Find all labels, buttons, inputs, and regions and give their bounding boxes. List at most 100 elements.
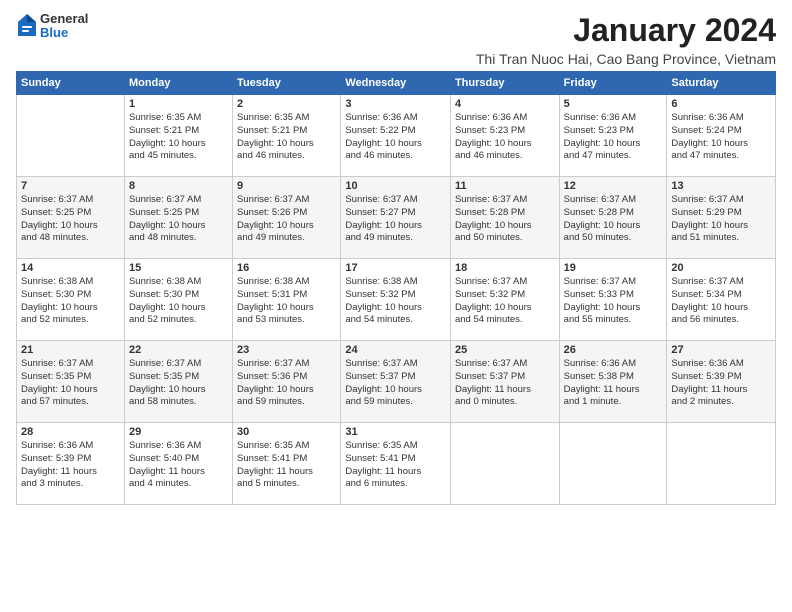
- cell-text: Sunrise: 6:37 AMSunset: 5:32 PMDaylight:…: [455, 276, 555, 327]
- day-number: 19: [564, 262, 663, 274]
- day-number: 13: [671, 180, 771, 192]
- day-number: 28: [21, 426, 120, 438]
- calendar-cell: [559, 423, 667, 505]
- subtitle: Thi Tran Nuoc Hai, Cao Bang Province, Vi…: [476, 51, 776, 67]
- calendar-cell: 8 Sunrise: 6:37 AMSunset: 5:25 PMDaylight…: [124, 177, 232, 259]
- header-thursday: Thursday: [450, 72, 559, 95]
- day-number: 4: [455, 98, 555, 110]
- calendar-cell: 23 Sunrise: 6:37 AMSunset: 5:36 PMDayligh…: [233, 341, 341, 423]
- calendar-cell: 7 Sunrise: 6:37 AMSunset: 5:25 PMDaylight…: [17, 177, 125, 259]
- day-number: 2: [237, 98, 336, 110]
- header-tuesday: Tuesday: [233, 72, 341, 95]
- calendar-cell: 28 Sunrise: 6:36 AMSunset: 5:39 PMDayligh…: [17, 423, 125, 505]
- cell-text: Sunrise: 6:36 AMSunset: 5:39 PMDaylight:…: [21, 440, 120, 491]
- cell-text: Sunrise: 6:36 AMSunset: 5:23 PMDaylight:…: [455, 112, 555, 163]
- calendar-cell: 5 Sunrise: 6:36 AMSunset: 5:23 PMDaylight…: [559, 95, 667, 177]
- calendar-cell: 31Sunrise: 6:35 AMSunset: 5:41 PMDayligh…: [341, 423, 451, 505]
- calendar-cell: 10 Sunrise: 6:37 AMSunset: 5:27 PMDayligh…: [341, 177, 451, 259]
- cell-text: Sunrise: 6:37 AMSunset: 5:28 PMDaylight:…: [564, 194, 663, 245]
- calendar-cell: 17Sunrise: 6:38 AMSunset: 5:32 PMDayligh…: [341, 259, 451, 341]
- cell-text: Sunrise: 6:37 AMSunset: 5:27 PMDaylight:…: [345, 194, 446, 245]
- day-number: 22: [129, 344, 228, 356]
- main-title: January 2024: [476, 12, 776, 49]
- header-sunday: Sunday: [17, 72, 125, 95]
- cell-text: Sunrise: 6:37 AMSunset: 5:28 PMDaylight:…: [455, 194, 555, 245]
- header-saturday: Saturday: [667, 72, 776, 95]
- day-number: 16: [237, 262, 336, 274]
- cell-text: Sunrise: 6:37 AMSunset: 5:36 PMDaylight:…: [237, 358, 336, 409]
- day-number: 7: [21, 180, 120, 192]
- header-friday: Friday: [559, 72, 667, 95]
- cell-text: Sunrise: 6:37 AMSunset: 5:33 PMDaylight:…: [564, 276, 663, 327]
- day-number: 30: [237, 426, 336, 438]
- day-number: 20: [671, 262, 771, 274]
- cell-text: Sunrise: 6:35 AMSunset: 5:21 PMDaylight:…: [237, 112, 336, 163]
- cell-text: Sunrise: 6:38 AMSunset: 5:30 PMDaylight:…: [21, 276, 120, 327]
- logo-blue-text: Blue: [40, 26, 88, 40]
- day-number: 29: [129, 426, 228, 438]
- calendar-cell: 29 Sunrise: 6:36 AMSunset: 5:40 PMDayligh…: [124, 423, 232, 505]
- day-number: 3: [345, 98, 446, 110]
- header-wednesday: Wednesday: [341, 72, 451, 95]
- day-number: 21: [21, 344, 120, 356]
- logo-text: General Blue: [40, 12, 88, 41]
- header-monday: Monday: [124, 72, 232, 95]
- cell-text: Sunrise: 6:38 AMSunset: 5:31 PMDaylight:…: [237, 276, 336, 327]
- day-number: 6: [671, 98, 771, 110]
- day-number: 24: [345, 344, 446, 356]
- cell-text: Sunrise: 6:37 AMSunset: 5:25 PMDaylight:…: [21, 194, 120, 245]
- title-section: January 2024 Thi Tran Nuoc Hai, Cao Bang…: [476, 12, 776, 67]
- cell-text: Sunrise: 6:37 AMSunset: 5:25 PMDaylight:…: [129, 194, 228, 245]
- calendar-cell: 14 Sunrise: 6:38 AMSunset: 5:30 PMDayligh…: [17, 259, 125, 341]
- calendar-table: Sunday Monday Tuesday Wednesday Thursday…: [16, 71, 776, 505]
- calendar-week-4: 21 Sunrise: 6:37 AMSunset: 5:35 PMDayligh…: [17, 341, 776, 423]
- calendar-week-1: 1 Sunrise: 6:35 AMSunset: 5:21 PMDaylight…: [17, 95, 776, 177]
- cell-text: Sunrise: 6:37 AMSunset: 5:37 PMDaylight:…: [455, 358, 555, 409]
- cell-text: Sunrise: 6:35 AMSunset: 5:21 PMDaylight:…: [129, 112, 228, 163]
- cell-text: Sunrise: 6:37 AMSunset: 5:34 PMDaylight:…: [671, 276, 771, 327]
- calendar-cell: 30Sunrise: 6:35 AMSunset: 5:41 PMDayligh…: [233, 423, 341, 505]
- calendar-cell: [667, 423, 776, 505]
- cell-text: Sunrise: 6:37 AMSunset: 5:35 PMDaylight:…: [129, 358, 228, 409]
- cell-text: Sunrise: 6:36 AMSunset: 5:40 PMDaylight:…: [129, 440, 228, 491]
- calendar-cell: 1 Sunrise: 6:35 AMSunset: 5:21 PMDaylight…: [124, 95, 232, 177]
- day-number: 12: [564, 180, 663, 192]
- cell-text: Sunrise: 6:38 AMSunset: 5:30 PMDaylight:…: [129, 276, 228, 327]
- day-number: 18: [455, 262, 555, 274]
- calendar-cell: 3 Sunrise: 6:36 AMSunset: 5:22 PMDaylight…: [341, 95, 451, 177]
- calendar-cell: 27Sunrise: 6:36 AMSunset: 5:39 PMDayligh…: [667, 341, 776, 423]
- calendar-header-row: Sunday Monday Tuesday Wednesday Thursday…: [17, 72, 776, 95]
- day-number: 31: [345, 426, 446, 438]
- calendar-cell: 15 Sunrise: 6:38 AMSunset: 5:30 PMDayligh…: [124, 259, 232, 341]
- calendar-cell: 4 Sunrise: 6:36 AMSunset: 5:23 PMDaylight…: [450, 95, 559, 177]
- logo-general-text: General: [40, 12, 88, 26]
- calendar-cell: 20 Sunrise: 6:37 AMSunset: 5:34 PMDayligh…: [667, 259, 776, 341]
- calendar-cell: 16 Sunrise: 6:38 AMSunset: 5:31 PMDayligh…: [233, 259, 341, 341]
- cell-text: Sunrise: 6:37 AMSunset: 5:29 PMDaylight:…: [671, 194, 771, 245]
- day-number: 11: [455, 180, 555, 192]
- day-number: 23: [237, 344, 336, 356]
- calendar-cell: [450, 423, 559, 505]
- calendar-cell: 22 Sunrise: 6:37 AMSunset: 5:35 PMDayligh…: [124, 341, 232, 423]
- day-number: 8: [129, 180, 228, 192]
- cell-text: Sunrise: 6:36 AMSunset: 5:22 PMDaylight:…: [345, 112, 446, 163]
- calendar-cell: 13 Sunrise: 6:37 AMSunset: 5:29 PMDayligh…: [667, 177, 776, 259]
- day-number: 26: [564, 344, 663, 356]
- calendar-cell: 11 Sunrise: 6:37 AMSunset: 5:28 PMDayligh…: [450, 177, 559, 259]
- cell-text: Sunrise: 6:37 AMSunset: 5:35 PMDaylight:…: [21, 358, 120, 409]
- day-number: 10: [345, 180, 446, 192]
- day-number: 14: [21, 262, 120, 274]
- cell-text: Sunrise: 6:38 AMSunset: 5:32 PMDaylight:…: [345, 276, 446, 327]
- day-number: 1: [129, 98, 228, 110]
- calendar-cell: [17, 95, 125, 177]
- calendar-week-5: 28 Sunrise: 6:36 AMSunset: 5:39 PMDayligh…: [17, 423, 776, 505]
- calendar-cell: 18 Sunrise: 6:37 AMSunset: 5:32 PMDayligh…: [450, 259, 559, 341]
- calendar-cell: 21 Sunrise: 6:37 AMSunset: 5:35 PMDayligh…: [17, 341, 125, 423]
- day-number: 15: [129, 262, 228, 274]
- day-number: 5: [564, 98, 663, 110]
- cell-text: Sunrise: 6:36 AMSunset: 5:24 PMDaylight:…: [671, 112, 771, 163]
- page: General Blue January 2024 Thi Tran Nuoc …: [0, 0, 792, 612]
- cell-text: Sunrise: 6:36 AMSunset: 5:23 PMDaylight:…: [564, 112, 663, 163]
- cell-text: Sunrise: 6:37 AMSunset: 5:37 PMDaylight:…: [345, 358, 446, 409]
- calendar-cell: 24 Sunrise: 6:37 AMSunset: 5:37 PMDayligh…: [341, 341, 451, 423]
